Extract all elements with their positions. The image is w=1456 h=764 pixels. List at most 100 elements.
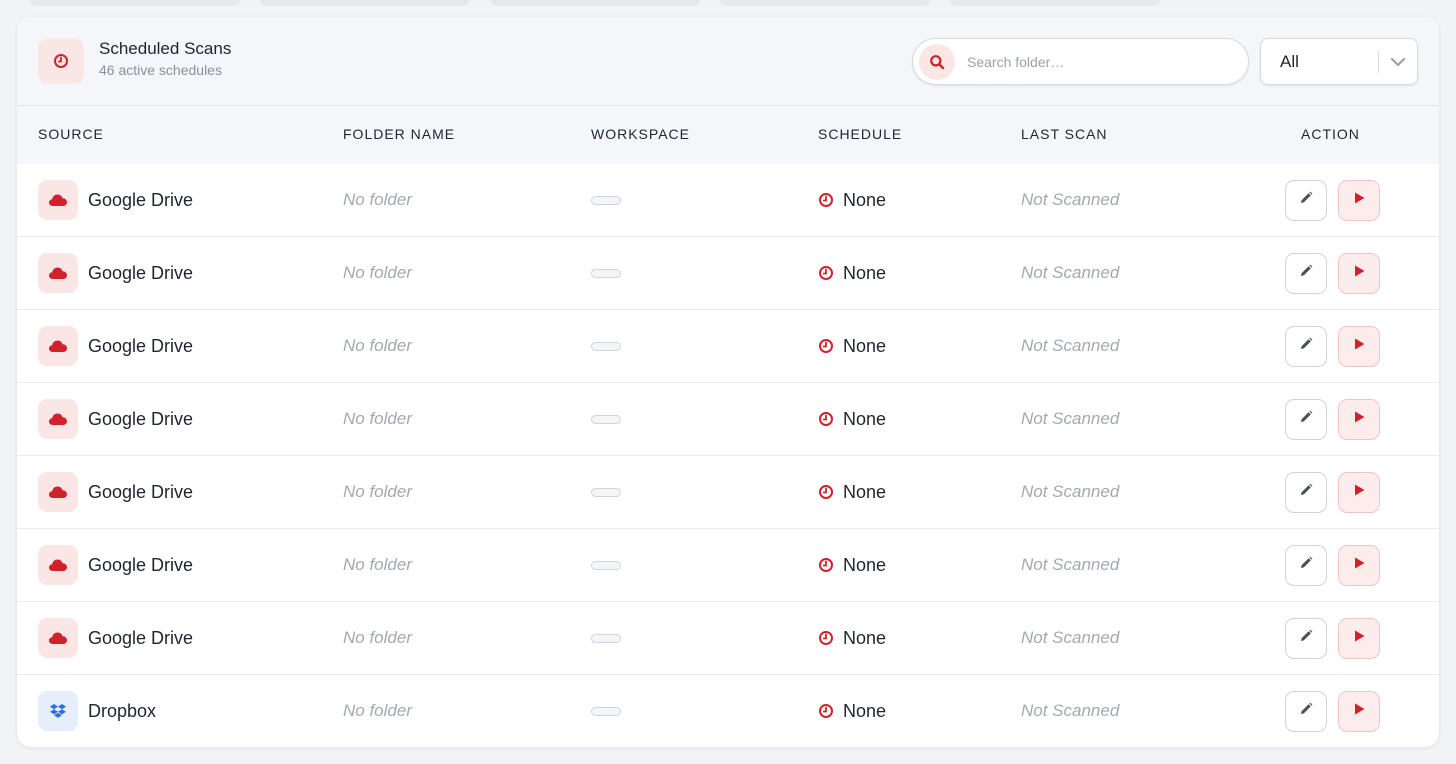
folder-name: No folder (343, 336, 412, 355)
table-row: Google Drive No folder None Not Scanned (17, 602, 1439, 675)
cloud-icon (38, 180, 78, 220)
filter-select[interactable]: All (1260, 38, 1418, 85)
run-scan-button[interactable] (1338, 545, 1380, 586)
schedule-value: None (843, 701, 887, 721)
folder-name: No folder (343, 555, 412, 574)
schedule-value: None (843, 190, 887, 210)
folder-name: No folder (343, 409, 412, 428)
run-scan-button[interactable] (1338, 180, 1380, 221)
card-header: Scheduled Scans 46 active schedules All (17, 17, 1439, 106)
folder-name: No folder (343, 482, 412, 501)
edit-button[interactable] (1285, 618, 1327, 659)
play-icon (1352, 191, 1366, 210)
top-tab-shadow (950, 0, 1160, 6)
page-title: Scheduled Scans (99, 39, 232, 58)
source-name: Dropbox (88, 701, 157, 721)
cloud-icon (38, 618, 78, 658)
edit-button[interactable] (1285, 545, 1327, 586)
workspace-badge (591, 269, 621, 278)
source-name: Google Drive (88, 482, 194, 502)
folder-name: No folder (343, 190, 412, 209)
workspace-badge (591, 196, 621, 205)
top-tab-strip (0, 0, 1456, 14)
last-scan-value: Not Scanned (1021, 482, 1120, 501)
source-name: Google Drive (88, 263, 194, 283)
clock-icon (818, 484, 834, 505)
top-tab-shadow (30, 0, 240, 6)
clock-icon (38, 38, 84, 84)
edit-button[interactable] (1285, 326, 1327, 367)
workspace-badge (591, 415, 621, 424)
last-scan-value: Not Scanned (1021, 555, 1120, 574)
cloud-icon (38, 326, 78, 366)
clock-icon (818, 265, 834, 286)
edit-button[interactable] (1285, 180, 1327, 221)
play-icon (1352, 629, 1366, 648)
column-header-workspace[interactable]: WORKSPACE (591, 126, 690, 142)
schedule-value: None (843, 336, 887, 356)
run-scan-button[interactable] (1338, 326, 1380, 367)
folder-name: No folder (343, 628, 412, 647)
search-box[interactable] (912, 38, 1249, 85)
source-name: Google Drive (88, 555, 194, 575)
pencil-icon (1299, 702, 1313, 721)
workspace-badge (591, 634, 621, 643)
play-icon (1352, 556, 1366, 575)
cloud-icon (38, 253, 78, 293)
column-header-folder-name[interactable]: FOLDER NAME (343, 126, 455, 142)
schedule-value: None (843, 482, 887, 502)
source-name: Google Drive (88, 409, 194, 429)
cloud-icon (38, 399, 78, 439)
chevron-down-icon[interactable] (1379, 57, 1417, 67)
workspace-badge (591, 342, 621, 351)
cloud-icon (38, 472, 78, 512)
column-header-source[interactable]: SOURCE (38, 126, 104, 142)
pencil-icon (1299, 191, 1313, 210)
workspace-badge (591, 561, 621, 570)
play-icon (1352, 483, 1366, 502)
edit-button[interactable] (1285, 399, 1327, 440)
run-scan-button[interactable] (1338, 618, 1380, 659)
play-icon (1352, 264, 1366, 283)
folder-name: No folder (343, 701, 412, 720)
workspace-badge (591, 707, 621, 716)
pencil-icon (1299, 410, 1313, 429)
column-header-last-scan[interactable]: LAST SCAN (1021, 126, 1108, 142)
edit-button[interactable] (1285, 691, 1327, 732)
top-tab-shadow (720, 0, 930, 6)
table-row: Google Drive No folder None Not Scanned (17, 456, 1439, 529)
search-input[interactable] (967, 53, 1227, 70)
last-scan-value: Not Scanned (1021, 336, 1120, 355)
run-scan-button[interactable] (1338, 399, 1380, 440)
last-scan-value: Not Scanned (1021, 628, 1120, 647)
schedule-value: None (843, 409, 887, 429)
cloud-icon (38, 545, 78, 585)
edit-button[interactable] (1285, 253, 1327, 294)
scheduled-scans-card: Scheduled Scans 46 active schedules All … (17, 17, 1439, 747)
table-row: Google Drive No folder None Not Scanned (17, 529, 1439, 602)
run-scan-button[interactable] (1338, 253, 1380, 294)
pencil-icon (1299, 264, 1313, 283)
clock-icon (818, 411, 834, 432)
clock-icon (818, 703, 834, 724)
run-scan-button[interactable] (1338, 691, 1380, 732)
active-schedules-count: 46 active schedules (99, 62, 222, 78)
table-row: Dropbox No folder None Not Scanned (17, 675, 1439, 747)
edit-button[interactable] (1285, 472, 1327, 513)
column-header-schedule[interactable]: SCHEDULE (818, 126, 902, 142)
play-icon (1352, 337, 1366, 356)
clock-icon (818, 338, 834, 359)
search-icon (919, 43, 955, 80)
last-scan-value: Not Scanned (1021, 701, 1120, 720)
pencil-icon (1299, 483, 1313, 502)
play-icon (1352, 410, 1366, 429)
top-tab-shadow (260, 0, 470, 6)
pencil-icon (1299, 337, 1313, 356)
schedule-value: None (843, 628, 887, 648)
table-row: Google Drive No folder None Not Scanned (17, 383, 1439, 456)
table-row: Google Drive No folder None Not Scanned (17, 237, 1439, 310)
column-header-action: ACTION (1301, 126, 1360, 142)
clock-icon (818, 192, 834, 213)
source-name: Google Drive (88, 336, 194, 356)
run-scan-button[interactable] (1338, 472, 1380, 513)
